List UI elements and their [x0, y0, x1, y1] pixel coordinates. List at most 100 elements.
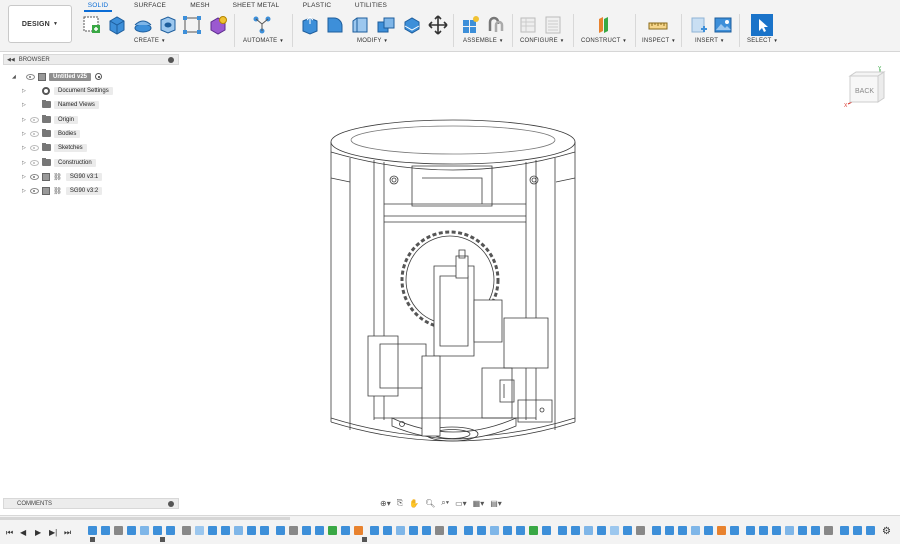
- configure-table-icon[interactable]: [519, 15, 539, 35]
- browser-item-construction[interactable]: ▷ Construction: [22, 157, 96, 168]
- tab-surface[interactable]: SURFACE: [132, 0, 168, 12]
- timeline-scrubber[interactable]: [0, 517, 290, 520]
- timeline-marker[interactable]: [160, 537, 165, 542]
- expand-right-icon[interactable]: ▷: [22, 174, 30, 180]
- expand-right-icon[interactable]: ▷: [22, 102, 30, 108]
- timeline-feature-icon[interactable]: [435, 526, 444, 535]
- timeline-feature-icon[interactable]: [824, 526, 833, 535]
- pan-icon[interactable]: ✋: [409, 499, 419, 508]
- visibility-eye-icon[interactable]: [30, 116, 39, 123]
- timeline-feature-icon[interactable]: [315, 526, 324, 535]
- timeline-feature-icon[interactable]: [759, 526, 768, 535]
- create-form-icon[interactable]: [208, 15, 228, 35]
- move-icon[interactable]: [428, 15, 448, 35]
- timeline-feature-icon[interactable]: [746, 526, 755, 535]
- timeline-feature-icon[interactable]: [542, 526, 551, 535]
- timeline-feature-icon[interactable]: [127, 526, 136, 535]
- expand-right-icon[interactable]: ▷: [22, 117, 30, 123]
- timeline-feature-icon[interactable]: [409, 526, 418, 535]
- automate-icon[interactable]: [252, 15, 272, 35]
- pattern-icon[interactable]: [182, 15, 202, 35]
- timeline-feature-icon[interactable]: [636, 526, 645, 535]
- tab-plastic[interactable]: PLASTIC: [300, 0, 334, 12]
- expand-right-icon[interactable]: ▷: [22, 131, 30, 137]
- comments-panel[interactable]: COMMENTS: [3, 498, 179, 509]
- timeline-feature-icon[interactable]: [665, 526, 674, 535]
- timeline-feature-icon[interactable]: [383, 526, 392, 535]
- timeline-feature-icon[interactable]: [234, 526, 243, 535]
- visibility-eye-icon[interactable]: [26, 73, 35, 80]
- timeline-feature-icon[interactable]: [328, 526, 337, 535]
- timeline-feature-icon[interactable]: [477, 526, 486, 535]
- timeline-feature-icon[interactable]: [464, 526, 473, 535]
- play-icon[interactable]: ▶: [35, 528, 41, 537]
- timeline-feature-icon[interactable]: [101, 526, 110, 535]
- panel-toggle-icon[interactable]: [168, 501, 174, 507]
- configure-rules-icon[interactable]: [543, 15, 563, 35]
- timeline-marker[interactable]: [362, 537, 367, 542]
- assemble-menu[interactable]: ASSEMBLE ▼: [463, 38, 503, 44]
- timeline-feature-icon[interactable]: [490, 526, 499, 535]
- browser-item-bodies[interactable]: ▷ Bodies: [22, 128, 81, 139]
- workspace-switcher[interactable]: DESIGN ▼: [8, 5, 72, 43]
- timeline-feature-icon[interactable]: [276, 526, 285, 535]
- tab-mesh[interactable]: MESH: [187, 0, 213, 12]
- timeline-feature-icon[interactable]: [221, 526, 230, 535]
- insert-canvas-icon[interactable]: [713, 15, 733, 35]
- new-component-icon[interactable]: [460, 15, 480, 35]
- timeline-feature-icon[interactable]: [302, 526, 311, 535]
- timeline-feature-icon[interactable]: [571, 526, 580, 535]
- timeline-feature-icon[interactable]: [558, 526, 567, 535]
- timeline-feature-icon[interactable]: [370, 526, 379, 535]
- measure-icon[interactable]: [648, 15, 668, 35]
- timeline-feature-icon[interactable]: [208, 526, 217, 535]
- browser-item-sg90-1[interactable]: ▷ ⛓ SG90 v3:1: [22, 171, 103, 182]
- expand-right-icon[interactable]: ▷: [22, 160, 30, 166]
- viewports-icon[interactable]: ▤▾: [490, 499, 502, 508]
- insert-derive-icon[interactable]: [689, 15, 709, 35]
- timeline-feature-icon[interactable]: [704, 526, 713, 535]
- timeline[interactable]: ⏮ ◀ ▶ ▶| ⏭ ⚙: [0, 515, 900, 544]
- create-menu[interactable]: CREATE ▼: [134, 38, 166, 44]
- timeline-feature-icon[interactable]: [354, 526, 363, 535]
- visibility-eye-icon[interactable]: [30, 144, 39, 151]
- timeline-feature-icon[interactable]: [840, 526, 849, 535]
- timeline-feature-icon[interactable]: [717, 526, 726, 535]
- inspect-menu[interactable]: INSPECT ▼: [642, 38, 676, 44]
- browser-item-origin[interactable]: ▷ Origin: [22, 114, 79, 125]
- construct-menu[interactable]: CONSTRUCT ▼: [581, 38, 627, 44]
- timeline-feature-icon[interactable]: [166, 526, 175, 535]
- visibility-eye-icon[interactable]: [30, 130, 39, 137]
- visibility-eye-icon[interactable]: [30, 187, 39, 194]
- timeline-feature-icon[interactable]: [448, 526, 457, 535]
- chamfer-icon[interactable]: [350, 15, 370, 35]
- insert-menu[interactable]: INSERT ▼: [695, 38, 725, 44]
- expand-right-icon[interactable]: ▷: [22, 145, 30, 151]
- joint-icon[interactable]: [486, 15, 506, 35]
- automate-menu[interactable]: AUTOMATE ▼: [243, 38, 284, 44]
- timeline-feature-icon[interactable]: [88, 526, 97, 535]
- tab-sheet-metal[interactable]: SHEET METAL: [230, 0, 282, 12]
- go-to-end-icon[interactable]: ⏭: [64, 528, 71, 538]
- timeline-feature-icon[interactable]: [140, 526, 149, 535]
- browser-item-document-settings[interactable]: ▷ Document Settings: [22, 85, 113, 96]
- timeline-feature-icon[interactable]: [396, 526, 405, 535]
- orbit-icon[interactable]: ⊕▾: [380, 499, 391, 508]
- timeline-feature-icon[interactable]: [584, 526, 593, 535]
- display-settings-icon[interactable]: ▭▾: [455, 499, 467, 508]
- look-at-icon[interactable]: ⎘: [397, 498, 403, 508]
- timeline-feature-icon[interactable]: [730, 526, 739, 535]
- gear-icon[interactable]: ⚙: [882, 526, 891, 537]
- zoom-icon[interactable]: 🔍︎: [425, 499, 435, 508]
- visibility-eye-icon[interactable]: [30, 173, 39, 180]
- grid-settings-icon[interactable]: ▦▾: [473, 499, 485, 508]
- press-pull-icon[interactable]: [300, 15, 320, 35]
- collapse-arrows-icon[interactable]: ◀◀: [7, 57, 15, 63]
- browser-header[interactable]: ◀◀ BROWSER: [3, 54, 179, 65]
- timeline-feature-icon[interactable]: [597, 526, 606, 535]
- browser-item-sg90-2[interactable]: ▷ ⛓ SG90 v3:2: [22, 185, 103, 196]
- revolve-icon[interactable]: [133, 15, 153, 35]
- offset-plane-icon[interactable]: [594, 15, 614, 35]
- panel-toggle-icon[interactable]: [168, 57, 174, 63]
- timeline-feature-icon[interactable]: [691, 526, 700, 535]
